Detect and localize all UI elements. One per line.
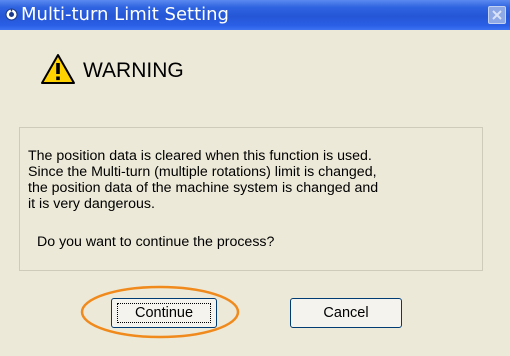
message-line: it is very dangerous. — [28, 196, 155, 212]
continue-button[interactable]: Continue — [111, 298, 217, 328]
window-title: Multi-turn Limit Setting — [21, 4, 229, 25]
message-line: Since the Multi-turn (multiple rotations… — [28, 164, 377, 180]
cancel-button-label: Cancel — [323, 305, 369, 321]
close-icon — [492, 10, 502, 20]
continue-button-label: Continue — [134, 305, 194, 321]
close-button[interactable] — [488, 6, 506, 24]
message-line: the position data of the machine system … — [28, 180, 379, 196]
warning-label: WARNING — [83, 59, 184, 82]
message-line: The position data is cleared when this f… — [28, 148, 372, 164]
title-bar[interactable]: Multi-turn Limit Setting — [0, 0, 510, 30]
warning-message: The position data is cleared when this f… — [28, 148, 480, 212]
dialog-window: Multi-turn Limit Setting WARNING The pos… — [0, 0, 510, 356]
confirm-question: Do you want to continue the process? — [37, 234, 275, 250]
warning-triangle-icon — [41, 54, 75, 84]
cancel-button[interactable]: Cancel — [290, 298, 402, 328]
app-icon — [5, 8, 18, 21]
